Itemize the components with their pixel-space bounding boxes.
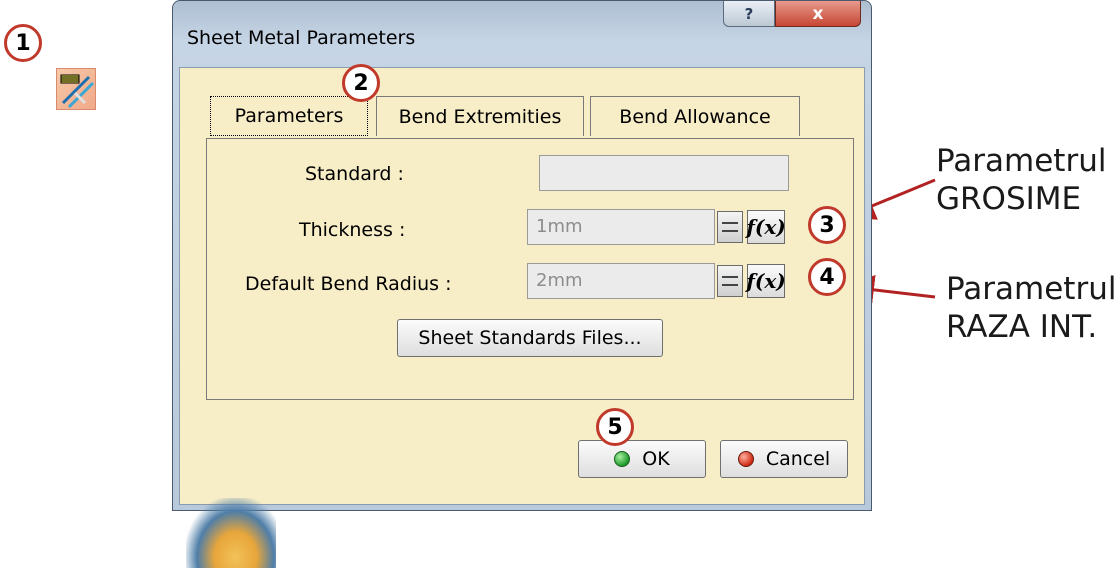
sheet-standards-files-button[interactable]: Sheet Standards Files... — [397, 319, 663, 357]
dialog-body: Parameters Bend Extremities Bend Allowan… — [179, 67, 865, 568]
catia-logo-watermark — [186, 498, 276, 568]
ok-button[interactable]: OK — [578, 440, 706, 478]
callout-4: 4 — [808, 258, 846, 296]
annotation-grosime: Parametrul GROSIME — [936, 142, 1106, 218]
green-status-icon — [614, 451, 631, 467]
help-icon: ? — [744, 4, 754, 23]
bend-radius-label: Default Bend Radius : — [245, 273, 452, 295]
close-button[interactable]: x — [775, 1, 861, 27]
dialog-title: Sheet Metal Parameters — [187, 27, 416, 49]
bend-radius-spinner-icon[interactable] — [717, 265, 743, 297]
callout-2: 2 — [342, 64, 380, 102]
sheet-metal-parameters-dialog: Sheet Metal Parameters ? x Parameters Be… — [172, 0, 872, 568]
tab-bend-allowance[interactable]: Bend Allowance — [590, 96, 800, 136]
callout-1: 1 — [4, 24, 42, 62]
tab-bend-extremities[interactable]: Bend Extremities — [376, 96, 584, 136]
cancel-label: Cancel — [765, 448, 831, 470]
thickness-field[interactable]: 1mm — [527, 209, 715, 245]
standard-field[interactable] — [539, 155, 789, 191]
annotation-raza-line2: RAZA INT. — [946, 309, 1098, 345]
callout-5: 5 — [596, 408, 634, 446]
thickness-label: Thickness : — [299, 219, 406, 241]
standard-label: Standard : — [305, 163, 404, 185]
callout-3: 3 — [808, 206, 846, 244]
close-icon: x — [812, 3, 824, 24]
red-status-icon — [737, 451, 754, 467]
tab-parameters[interactable]: Parameters — [210, 96, 368, 136]
annotation-raza: Parametrul RAZA INT. — [946, 270, 1116, 346]
cancel-button[interactable]: Cancel — [720, 440, 848, 478]
thickness-spinner-icon[interactable] — [717, 211, 743, 243]
annotation-raza-line1: Parametrul — [946, 271, 1117, 307]
bend-radius-field[interactable]: 2mm — [527, 263, 715, 299]
thickness-formula-icon[interactable]: f(x) — [746, 210, 786, 244]
parameters-panel: Standard : Thickness : 1mm f(x) Default … — [206, 138, 854, 400]
sheet-metal-parameters-icon[interactable] — [56, 68, 96, 110]
bend-radius-formula-icon[interactable]: f(x) — [746, 264, 786, 298]
help-button[interactable]: ? — [723, 1, 775, 27]
annotation-grosime-line2: GROSIME — [936, 181, 1082, 217]
ok-label: OK — [642, 448, 670, 470]
annotation-grosime-line1: Parametrul — [936, 143, 1107, 179]
